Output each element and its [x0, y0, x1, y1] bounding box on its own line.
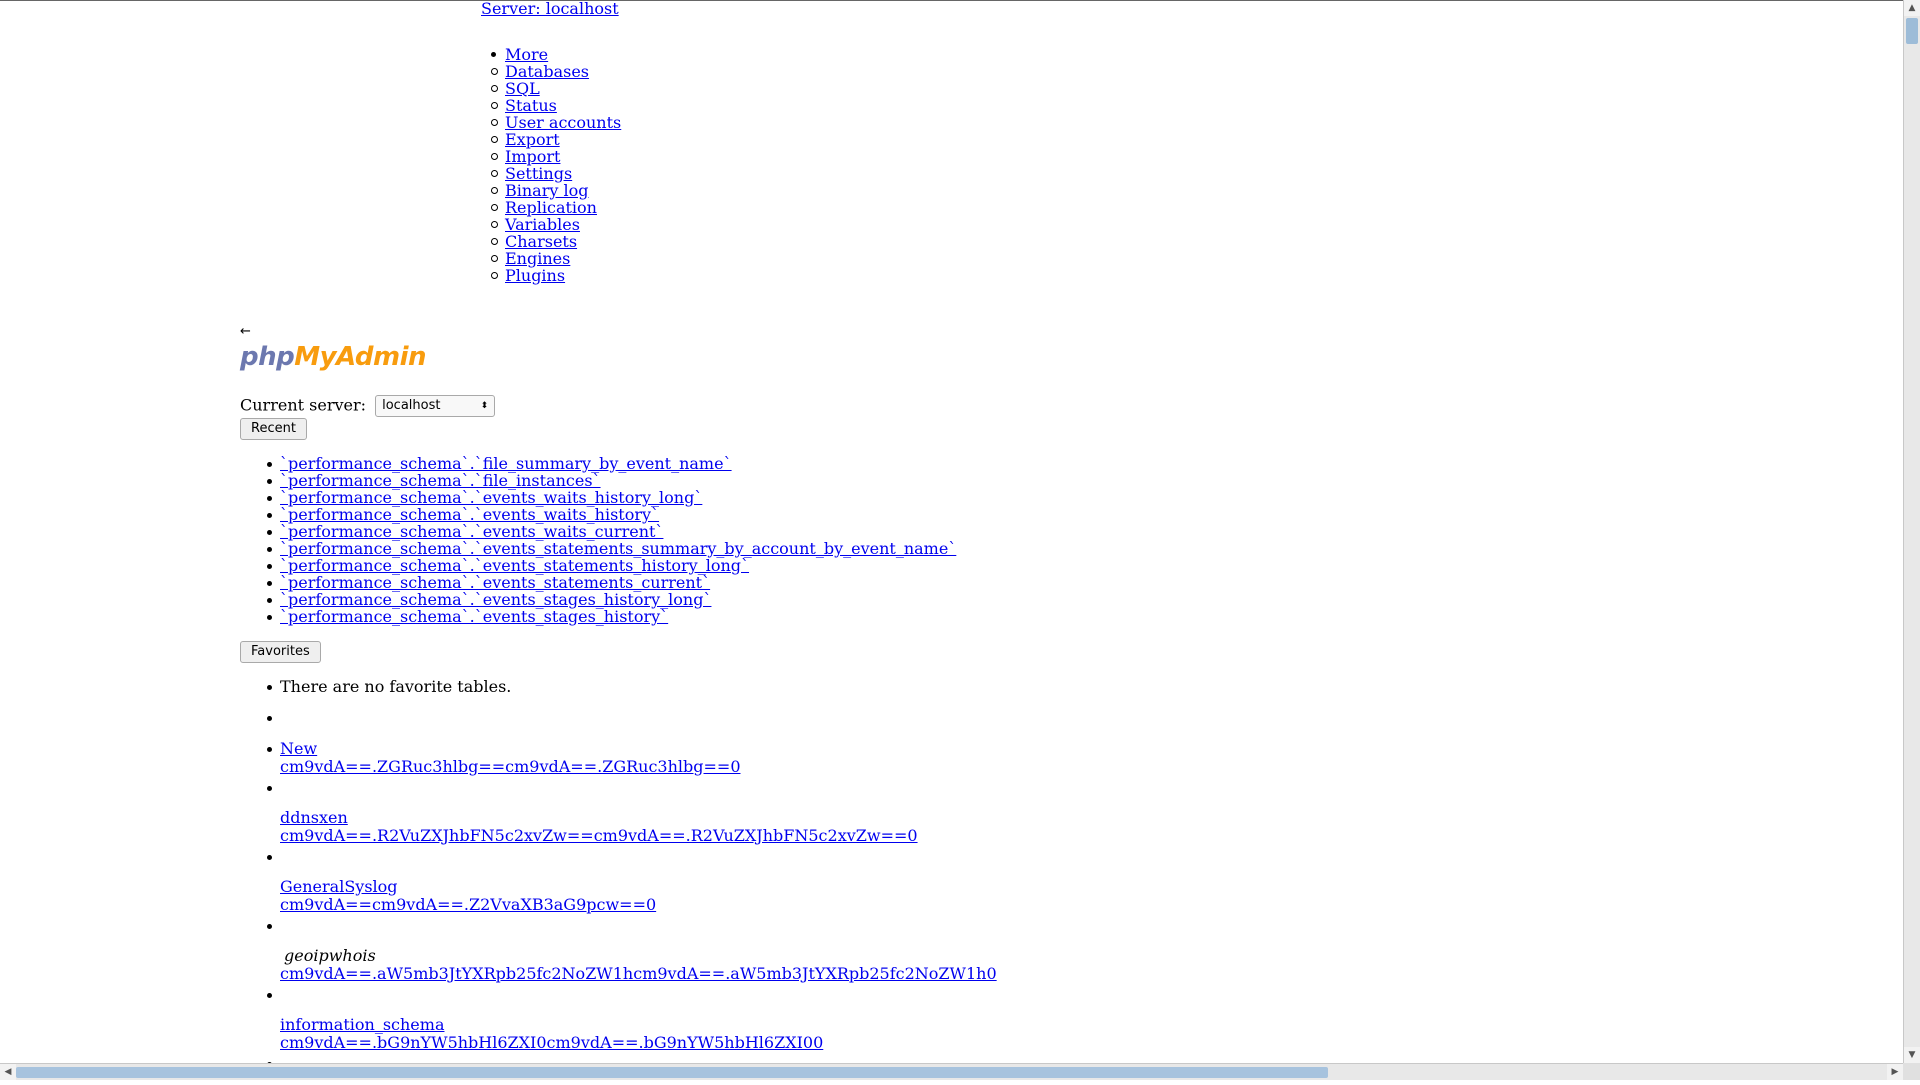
database-code-link[interactable]: cm9vdA==cm9vdA==.Z2VvaXB3aG9pcw==0 [280, 896, 997, 913]
list-item: `performance_schema`.`events_statements_… [266, 540, 956, 557]
vertical-scroll-thumb[interactable] [1906, 18, 1918, 44]
database-item: geoipwhois cm9vdA==.aW5mb3JtYXRpb25fc2No… [267, 946, 997, 1016]
logo-myadmin-text: MyAdmin [294, 342, 427, 372]
submenu-item-import: Import [490, 148, 621, 165]
database-name-link[interactable]: New [280, 740, 997, 757]
horizontal-scroll-thumb[interactable] [16, 1067, 1328, 1078]
database-code-link[interactable]: cm9vdA==.ZGRuc3hlbg==cm9vdA==.ZGRuc3hlbg… [280, 758, 997, 775]
submenu-item-charsets: Charsets [490, 233, 621, 250]
recent-tables-list: `performance_schema`.`file_summary_by_ev… [266, 455, 956, 626]
horizontal-scrollbar[interactable]: ◀ ▶ [0, 1063, 1903, 1080]
more-menu: More Databases SQL Status User accounts … [490, 46, 621, 285]
list-item: `performance_schema`.`events_statements_… [266, 557, 956, 574]
submenu-item-databases: Databases [490, 63, 621, 80]
server-breadcrumb-link[interactable]: Server: localhost [481, 0, 619, 18]
list-item: `performance_schema`.`events_stages_hist… [266, 591, 956, 608]
recent-button[interactable]: Recent [240, 418, 307, 440]
submenu-item-status: Status [490, 97, 621, 114]
submenu-item-plugins: Plugins [490, 266, 621, 285]
database-code-link[interactable]: cm9vdA==.bG9nYW5hbHl6ZXI0cm9vdA==.bG9nYW… [280, 1034, 997, 1051]
database-code-link[interactable]: cm9vdA==.R2VuZXJhbFN5c2xvZw==cm9vdA==.R2… [280, 827, 997, 844]
submenu-item-user-accounts: User accounts [490, 114, 621, 131]
vertical-scrollbar[interactable]: ▲ ▼ [1903, 0, 1920, 1063]
scroll-left-icon[interactable]: ◀ [0, 1064, 16, 1080]
select-chevron-icon: ⬍ [480, 401, 489, 411]
database-item: ddnsxen cm9vdA==.R2VuZXJhbFN5c2xvZw==cm9… [267, 809, 997, 878]
empty-list-item [266, 709, 511, 726]
database-item: New cm9vdA==.ZGRuc3hlbg==cm9vdA==.ZGRuc3… [267, 740, 997, 809]
more-menu-item: More Databases SQL Status User accounts … [490, 46, 621, 285]
server-select[interactable]: localhost ⬍ [375, 395, 496, 417]
submenu-item-replication: Replication [490, 199, 621, 216]
submenu-item-binary-log: Binary log [490, 182, 621, 199]
list-item: `performance_schema`.`events_waits_curre… [266, 523, 956, 540]
favorites-empty-message: There are no favorite tables. [266, 677, 512, 696]
phpmyadmin-logo[interactable]: phpMyAdmin [240, 342, 427, 372]
database-tree: New cm9vdA==.ZGRuc3hlbg==cm9vdA==.ZGRuc3… [267, 740, 997, 1085]
database-name-link[interactable]: ddnsxen [280, 809, 997, 826]
plugins-link[interactable]: Plugins [505, 266, 565, 285]
top-border [0, 0, 1920, 1]
list-item: `performance_schema`.`events_statements_… [266, 574, 956, 591]
list-item: `performance_schema`.`events_waits_histo… [266, 506, 956, 523]
more-submenu: Databases SQL Status User accounts Expor… [490, 63, 621, 285]
logo-php-text: php [240, 342, 295, 372]
list-item: `performance_schema`.`file_instances` [266, 472, 956, 489]
submenu-item-variables: Variables [490, 216, 621, 233]
database-code-link[interactable]: cm9vdA==.aW5mb3JtYXRpb25fc2NoZW1hcm9vdA=… [280, 965, 997, 982]
submenu-item-settings: Settings [490, 165, 621, 182]
scroll-down-icon[interactable]: ▼ [1904, 1047, 1920, 1063]
submenu-item-export: Export [490, 131, 621, 148]
submenu-item-sql: SQL [490, 80, 621, 97]
current-server-label: Current server: [240, 395, 367, 415]
recent-table-link[interactable]: `performance_schema`.`events_stages_hist… [280, 607, 668, 626]
current-server-row: Current server: localhost ⬍ [240, 395, 496, 417]
favorites-button[interactable]: Favorites [240, 641, 321, 663]
collapse-arrow-icon[interactable]: ← [240, 325, 251, 338]
server-select-value: localhost [382, 398, 441, 413]
list-item: `performance_schema`.`file_summary_by_ev… [266, 455, 956, 472]
database-item: GeneralSyslog cm9vdA==cm9vdA==.Z2VvaXB3a… [267, 878, 997, 947]
scroll-right-icon[interactable]: ▶ [1887, 1064, 1903, 1080]
list-item: `performance_schema`.`events_waits_histo… [266, 489, 956, 506]
database-name-current: geoipwhois [284, 946, 376, 965]
submenu-item-engines: Engines [490, 250, 621, 267]
scroll-up-icon[interactable]: ▲ [1904, 0, 1920, 16]
database-name-link[interactable]: GeneralSyslog [280, 878, 997, 895]
list-item: `performance_schema`.`events_stages_hist… [266, 607, 956, 626]
database-name-link[interactable]: information_schema [280, 1016, 997, 1033]
scrollbar-corner [1903, 1063, 1920, 1080]
